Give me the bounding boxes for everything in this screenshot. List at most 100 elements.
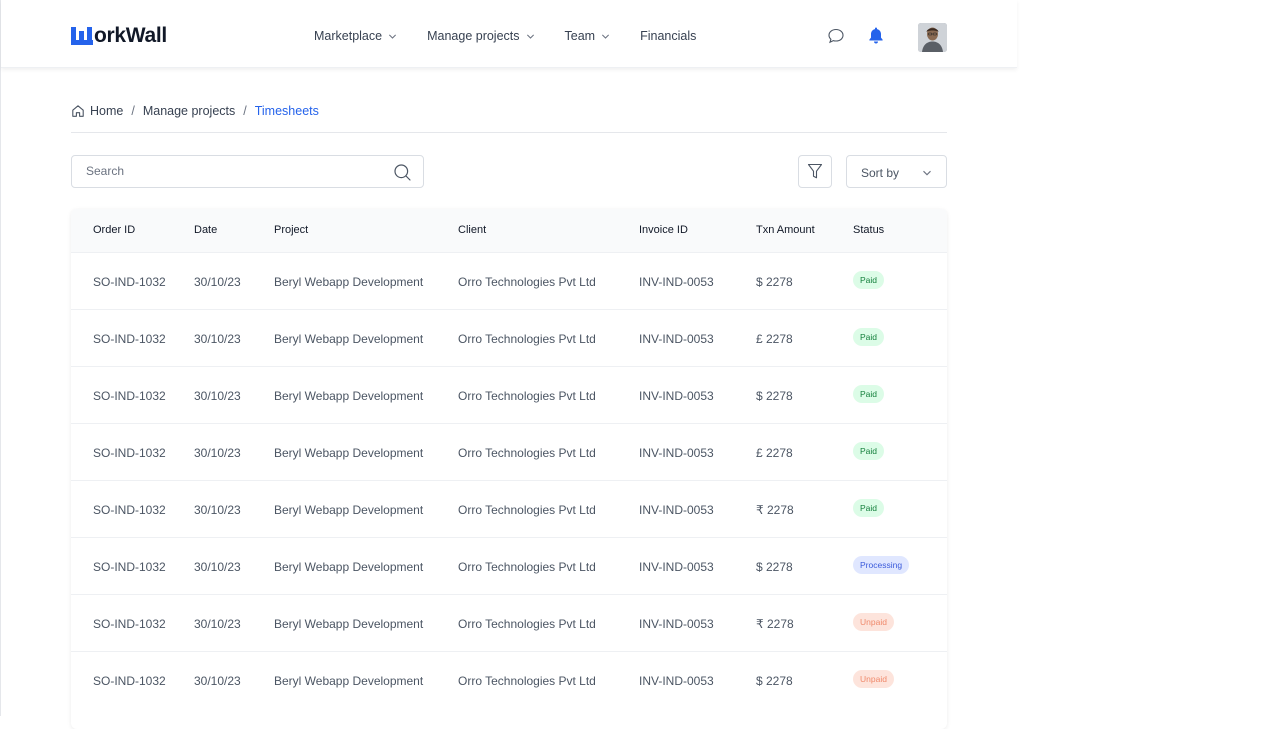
cell-date: 30/10/23 [194, 503, 241, 517]
logo-text: orkWall [94, 24, 167, 47]
status-badge: Paid [853, 328, 885, 346]
cell-invoice-id: INV-IND-0053 [639, 560, 714, 574]
header-actions [827, 26, 885, 45]
cell-client: Orro Technologies Pvt Ltd [458, 560, 596, 574]
nav-item-label: Team [564, 29, 596, 43]
cell-txn-amount: ₹ 2278 [756, 617, 794, 631]
cell-date: 30/10/23 [194, 560, 241, 574]
workwall-logo[interactable]: orkWall [71, 25, 167, 47]
cell-client: Orro Technologies Pvt Ltd [458, 389, 596, 403]
cell-project: Beryl Webapp Development [274, 503, 424, 517]
cell-project: Beryl Webapp Development [274, 560, 424, 574]
cell-project: Beryl Webapp Development [274, 674, 424, 688]
section-divider [71, 132, 947, 133]
cell-project: Beryl Webapp Development [274, 617, 424, 631]
nav-item-label: Marketplace [314, 29, 383, 43]
timesheets-table: Order ID Date Project Client Invoice ID … [71, 209, 947, 729]
user-avatar[interactable] [918, 23, 947, 52]
cell-order-id: SO-IND-1032 [93, 503, 166, 517]
search-box [71, 155, 424, 188]
cell-txn-amount: ₹ 2278 [756, 503, 794, 517]
column-header-txn-amount[interactable]: Txn Amount [756, 224, 815, 236]
chat-icon[interactable] [827, 27, 845, 45]
nav-item-team[interactable]: Team [565, 29, 611, 43]
status-badge: Unpaid [853, 613, 894, 631]
cell-invoice-id: INV-IND-0053 [639, 389, 714, 403]
table-row[interactable]: SO-IND-1032 30/10/23 Beryl Webapp Developm… [71, 480, 947, 537]
cell-client: Orro Technologies Pvt Ltd [458, 446, 596, 460]
cell-order-id: SO-IND-1032 [93, 275, 166, 289]
cell-date: 30/10/23 [194, 389, 241, 403]
status-badge: Processing [853, 556, 910, 574]
status-badge: Paid [853, 271, 885, 289]
cell-txn-amount: $ 2278 [756, 275, 793, 289]
cell-project: Beryl Webapp Development [274, 275, 424, 289]
table-row[interactable]: SO-IND-1032 30/10/23 Beryl Webapp Developm… [71, 537, 947, 594]
cell-date: 30/10/23 [194, 275, 241, 289]
filter-button[interactable] [798, 155, 832, 188]
cell-client: Orro Technologies Pvt Ltd [458, 617, 596, 631]
bell-icon[interactable] [867, 26, 885, 45]
cell-project: Beryl Webapp Development [274, 332, 424, 346]
cell-txn-amount: £ 2278 [756, 446, 793, 460]
table-row[interactable]: SO-IND-1032 30/10/23 Beryl Webapp Developm… [71, 651, 947, 708]
top-navigation-bar: orkWall Marketplace Manage projects Team… [1, 0, 1017, 68]
sort-by-dropdown[interactable]: Sort by [846, 155, 947, 188]
cell-txn-amount: $ 2278 [756, 674, 793, 688]
table-row[interactable]: SO-IND-1032 30/10/23 Beryl Webapp Developm… [71, 594, 947, 651]
column-header-status[interactable]: Status [853, 224, 884, 236]
breadcrumb-home[interactable]: Home [90, 104, 123, 118]
cell-invoice-id: INV-IND-0053 [639, 275, 714, 289]
cell-date: 30/10/23 [194, 617, 241, 631]
cell-invoice-id: INV-IND-0053 [639, 674, 714, 688]
chevron-down-icon [526, 34, 534, 39]
cell-txn-amount: $ 2278 [756, 560, 793, 574]
cell-order-id: SO-IND-1032 [93, 389, 166, 403]
app-frame: orkWall Marketplace Manage projects Team… [0, 0, 1017, 729]
nav-item-marketplace[interactable]: Marketplace [314, 29, 397, 43]
search-icon[interactable] [393, 163, 412, 182]
breadcrumb-separator: / [243, 104, 247, 118]
cell-txn-amount: $ 2278 [756, 389, 793, 403]
cell-order-id: SO-IND-1032 [93, 617, 166, 631]
table-row[interactable]: SO-IND-1032 30/10/23 Beryl Webapp Developm… [71, 252, 947, 309]
nav-item-manage-projects[interactable]: Manage projects [427, 29, 534, 43]
logo-mark-icon [71, 27, 93, 45]
column-header-client[interactable]: Client [458, 224, 486, 236]
filter-icon [807, 163, 823, 179]
nav-item-label: Manage projects [427, 29, 520, 43]
status-badge: Paid [853, 442, 885, 460]
table-row[interactable]: SO-IND-1032 30/10/23 Beryl Webapp Developm… [71, 309, 947, 366]
home-icon [72, 105, 84, 117]
avatar-image [918, 23, 947, 52]
breadcrumb-separator: / [131, 104, 135, 118]
chevron-down-icon [602, 34, 610, 39]
column-header-invoice-id[interactable]: Invoice ID [639, 224, 688, 236]
breadcrumb-timesheets: Timesheets [254, 104, 319, 118]
cell-date: 30/10/23 [194, 674, 241, 688]
cell-order-id: SO-IND-1032 [93, 674, 166, 688]
cell-client: Orro Technologies Pvt Ltd [458, 674, 596, 688]
cell-project: Beryl Webapp Development [274, 389, 424, 403]
column-header-date[interactable]: Date [194, 224, 217, 236]
cell-invoice-id: INV-IND-0053 [639, 503, 714, 517]
main-nav: Marketplace Manage projects Team Financi… [314, 29, 726, 43]
cell-client: Orro Technologies Pvt Ltd [458, 503, 596, 517]
breadcrumb-manage-projects[interactable]: Manage projects [143, 104, 235, 118]
status-badge: Paid [853, 385, 885, 403]
column-header-order-id[interactable]: Order ID [93, 224, 135, 236]
column-header-project[interactable]: Project [274, 224, 308, 236]
search-input[interactable] [86, 164, 376, 178]
status-badge: Unpaid [853, 670, 894, 688]
cell-date: 30/10/23 [194, 446, 241, 460]
nav-item-financials[interactable]: Financials [640, 29, 696, 43]
cell-order-id: SO-IND-1032 [93, 446, 166, 460]
cell-date: 30/10/23 [194, 332, 241, 346]
table-row[interactable]: SO-IND-1032 30/10/23 Beryl Webapp Developm… [71, 423, 947, 480]
cell-invoice-id: INV-IND-0053 [639, 332, 714, 346]
cell-txn-amount: £ 2278 [756, 332, 793, 346]
cell-invoice-id: INV-IND-0053 [639, 617, 714, 631]
table-row[interactable]: SO-IND-1032 30/10/23 Beryl Webapp Developm… [71, 366, 947, 423]
cell-client: Orro Technologies Pvt Ltd [458, 332, 596, 346]
cell-project: Beryl Webapp Development [274, 446, 424, 460]
